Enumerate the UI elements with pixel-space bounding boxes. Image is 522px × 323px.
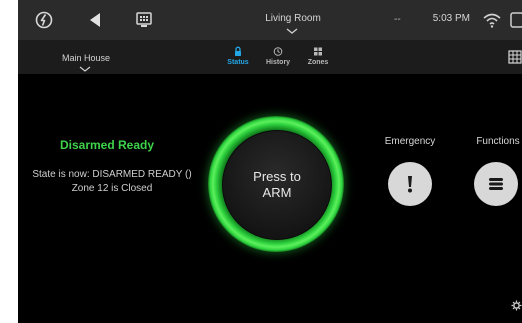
settings-icon[interactable]: [511, 300, 522, 311]
tab-zones-label: Zones: [307, 59, 329, 66]
functions-label: Functions: [476, 136, 520, 147]
logo-icon[interactable]: [34, 10, 54, 30]
tab-status[interactable]: Status: [218, 46, 258, 66]
room-title[interactable]: Living Room: [218, 13, 368, 24]
arm-button[interactable]: Press to ARM: [208, 116, 344, 252]
touch-panel-screen: Living Room -- 5:03 PM Main House Status…: [18, 0, 522, 323]
functions-button[interactable]: [474, 162, 518, 206]
zone-message: Zone 12 is Closed: [71, 183, 153, 194]
security-status-title: Disarmed Ready: [59, 138, 155, 152]
location-chevron-down-icon[interactable]: [79, 66, 91, 72]
emergency-label: Emergency: [384, 136, 436, 147]
grid-icon: [314, 47, 322, 56]
clock-icon: [273, 47, 283, 56]
tab-zones[interactable]: Zones: [298, 46, 338, 66]
state-message: State is now: DISARMED READY (): [32, 169, 192, 180]
arm-label-line1: Press to: [253, 169, 301, 184]
location-selector[interactable]: Main House: [58, 53, 114, 63]
status-dash: --: [394, 14, 401, 25]
tab-history[interactable]: History: [258, 46, 298, 66]
home-panel-icon[interactable]: [135, 10, 153, 30]
arm-label-line2: ARM: [262, 185, 292, 200]
tab-history-label: History: [265, 59, 291, 66]
keypad-icon[interactable]: [508, 50, 522, 64]
wifi-icon: [483, 13, 501, 28]
arm-button-label: Press to ARM: [223, 169, 331, 201]
room-chevron-down-icon[interactable]: [285, 27, 299, 35]
clock-time: 5:03 PM: [432, 13, 470, 24]
arm-button-face[interactable]: Press to ARM: [222, 130, 332, 240]
back-arrow-icon[interactable]: [86, 10, 104, 30]
menu-lines-icon: [489, 178, 503, 190]
panel-icon[interactable]: [510, 12, 522, 28]
tab-status-label: Status: [227, 59, 249, 66]
exclamation-icon: [408, 176, 412, 193]
lock-icon: [235, 46, 241, 56]
emergency-button[interactable]: [388, 162, 432, 206]
